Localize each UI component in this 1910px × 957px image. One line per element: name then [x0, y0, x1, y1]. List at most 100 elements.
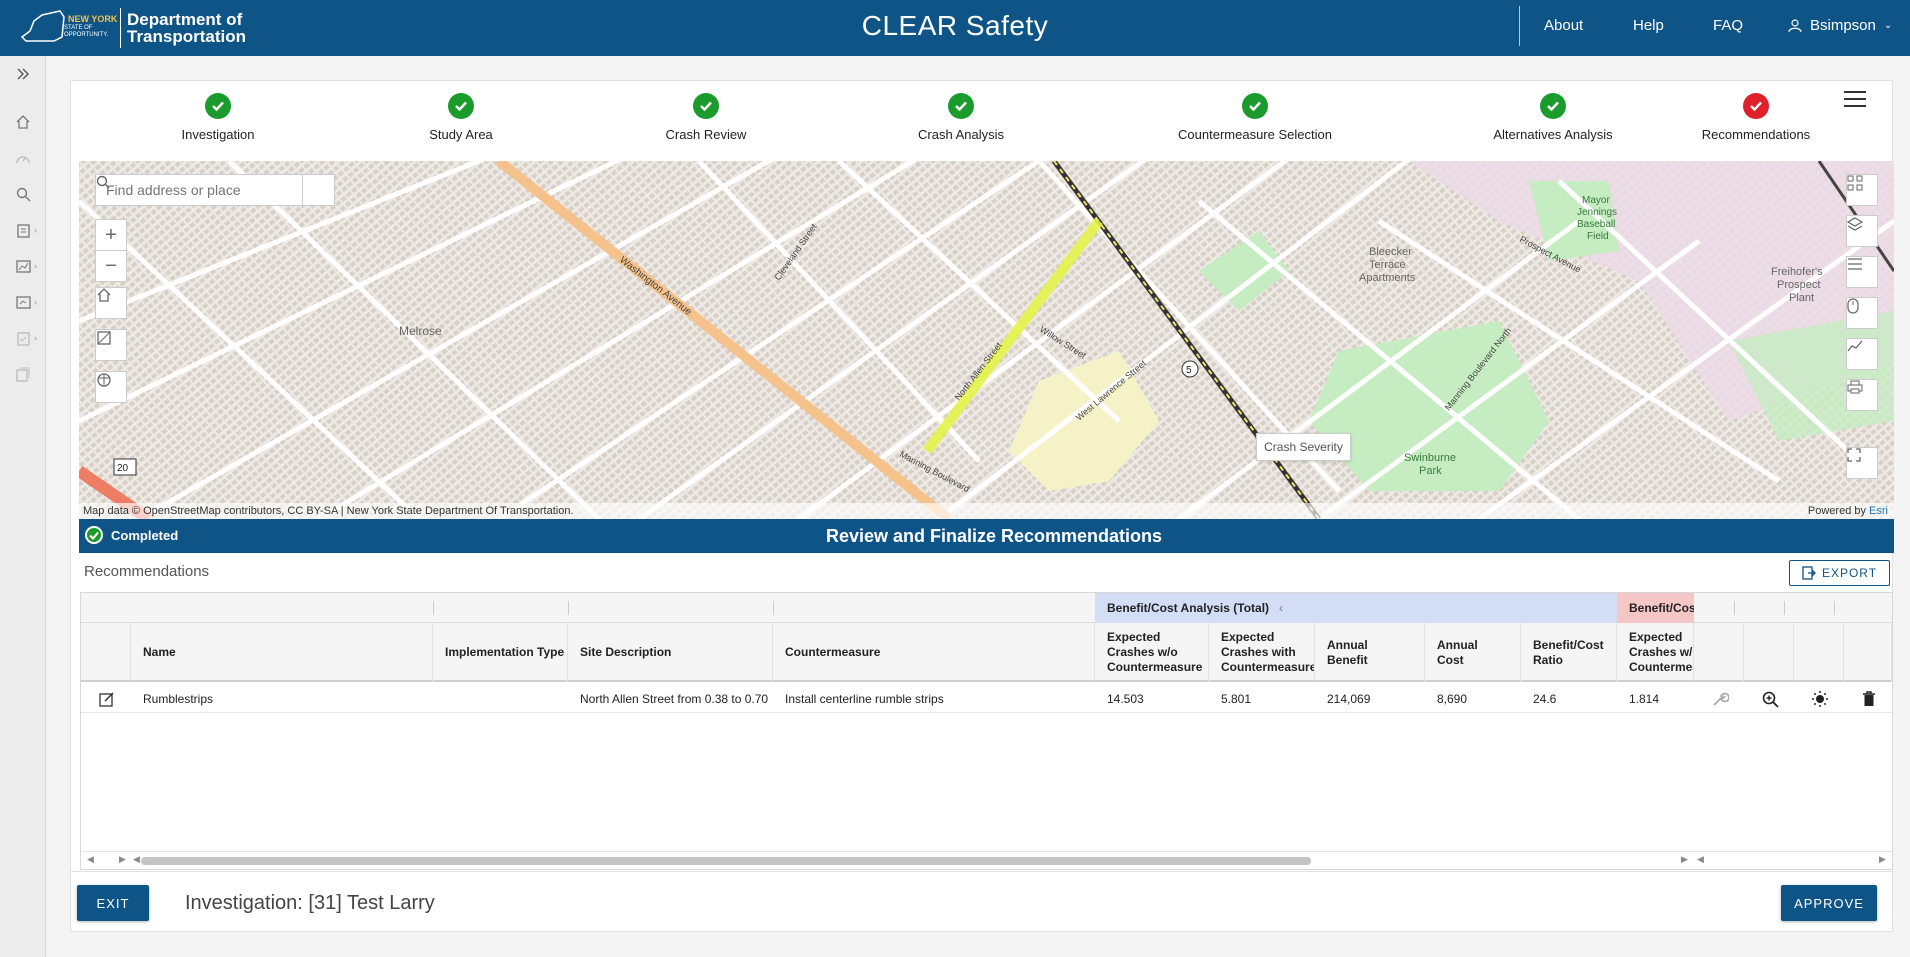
cell-crashes-without: 14.503	[1107, 691, 1144, 706]
export-label: EXPORT	[1821, 566, 1878, 580]
svg-text:Terrace: Terrace	[1369, 259, 1406, 271]
svg-text:Plant: Plant	[1789, 292, 1814, 304]
col-crashes-without[interactable]: Expected Crashes w/o Countermeasure	[1095, 623, 1209, 682]
scroll-right-icon[interactable]: ▶	[1879, 854, 1886, 865]
measure-icon[interactable]	[95, 329, 127, 361]
scroll-right-icon[interactable]: ▶	[1681, 854, 1688, 865]
app-title: CLEAR Safety	[861, 10, 1049, 41]
col-crashes-with[interactable]: Expected Crashes with Countermeasure	[1209, 623, 1315, 682]
username: Bsimpson	[1810, 17, 1876, 34]
fullscreen-icon[interactable]	[1846, 447, 1878, 479]
export-button[interactable]: EXPORT	[1789, 560, 1890, 586]
highlight-sun-icon[interactable]	[1809, 688, 1831, 710]
map-search-box	[95, 174, 335, 206]
svg-text:5: 5	[1186, 365, 1192, 376]
zoom-out-icon[interactable]: −	[95, 250, 127, 282]
zoom-to-icon[interactable]	[1759, 688, 1781, 710]
recommendations-grid: Benefit/Cost Analysis (Total) ‹ Benefit/…	[80, 592, 1893, 870]
col-crashes-without-2[interactable]: Expected Crashes w/o Countermeasure	[1617, 623, 1694, 682]
crash-severity-tooltip: Crash Severity	[1256, 433, 1351, 461]
layers-icon[interactable]	[1846, 215, 1878, 247]
zoom-in-icon[interactable]: +	[95, 219, 127, 251]
col-countermeasure[interactable]: Countermeasure	[773, 623, 1095, 682]
col-implementation-type[interactable]: Implementation Type	[433, 623, 568, 682]
faq-link[interactable]: FAQ	[1713, 17, 1743, 34]
col-annual-benefit[interactable]: Annual Benefit	[1315, 623, 1425, 682]
investigation-title: Investigation: [31] Test Larry	[185, 892, 435, 914]
scrollbar-track[interactable]	[141, 857, 1417, 865]
check-icon	[693, 93, 719, 119]
col-name[interactable]: Name	[131, 623, 433, 682]
report-icon[interactable]: ›	[0, 288, 46, 316]
step-recommendations[interactable]: Recommendations	[1636, 93, 1876, 142]
scroll-left-icon[interactable]: ◀	[87, 854, 94, 865]
benefit-cost-group-header[interactable]: Benefit/Cost Analysis (Total) ‹	[1095, 593, 1617, 623]
nysdot-logo[interactable]: NEW YORK STATE OF OPPORTUNITY. Departmen…	[20, 6, 246, 50]
map-view[interactable]: 5 20 Melrose Bleecker Terrace Apartments…	[79, 161, 1894, 519]
print-icon[interactable]	[1846, 379, 1878, 411]
trash-icon[interactable]	[1858, 688, 1880, 710]
step-label: Investigation	[181, 127, 255, 142]
cell-implementation-type	[433, 684, 568, 713]
benefit-cost-group-label: Benefit/Cost Analysis (Total)	[1107, 601, 1270, 615]
svg-text:Prospect: Prospect	[1777, 279, 1820, 291]
user-menu[interactable]: Bsimpson ⌄	[1788, 17, 1892, 34]
help-link[interactable]: Help	[1633, 17, 1664, 34]
benefit-cost-group-label-2: Benefit/Cos	[1629, 601, 1694, 615]
powered-by: Powered by Esri	[1808, 505, 1888, 517]
svg-text:Baseball: Baseball	[1577, 219, 1615, 230]
scrollbar-thumb[interactable]	[141, 857, 1311, 865]
exit-button[interactable]: EXIT	[77, 885, 149, 921]
trend-chart-icon[interactable]	[1846, 338, 1878, 370]
double-chevron-right-icon[interactable]	[0, 60, 46, 88]
documents-icon[interactable]	[0, 360, 46, 388]
col-site-description[interactable]: Site Description	[568, 623, 773, 682]
dashboard-icon[interactable]	[0, 144, 46, 172]
svg-text:Melrose: Melrose	[399, 324, 442, 338]
logo-ny-text: NEW YORK	[68, 14, 118, 24]
table-row[interactable]: Rumblestrips North Allen Street from 0.3…	[81, 684, 1892, 713]
qr-grid-icon[interactable]	[1846, 174, 1878, 206]
hamburger-menu-icon[interactable]	[1844, 91, 1866, 111]
chart-icon[interactable]: ›	[0, 252, 46, 280]
svg-text:Jennings: Jennings	[1577, 207, 1617, 218]
esri-link[interactable]: Esri	[1869, 505, 1888, 517]
chevron-left-icon[interactable]: ‹	[1279, 601, 1283, 615]
map-search-input[interactable]	[96, 175, 302, 205]
about-link[interactable]: About	[1544, 17, 1583, 34]
svg-text:Freihofer's: Freihofer's	[1771, 266, 1823, 278]
search-icon[interactable]	[96, 175, 334, 205]
grid-horizontal-scrollbar[interactable]: ◀ ▶ ◀ ▶ ◀ ▶	[81, 851, 1892, 869]
home-icon[interactable]	[0, 108, 46, 136]
clipboard-icon[interactable]: ›	[0, 216, 46, 244]
approve-button[interactable]: APPROVE	[1781, 885, 1877, 921]
legend-list-icon[interactable]	[1846, 256, 1878, 288]
scroll-left-icon[interactable]: ◀	[1697, 854, 1704, 865]
check-icon	[448, 93, 474, 119]
col-annual-cost[interactable]: Annual Cost	[1425, 623, 1521, 682]
step-investigation[interactable]: Investigation	[98, 93, 338, 142]
export-icon	[1802, 566, 1816, 580]
logo-divider	[120, 8, 121, 48]
search-icon[interactable]	[0, 180, 46, 208]
scroll-right-icon[interactable]: ▶	[119, 854, 126, 865]
wrench-icon[interactable]	[1709, 688, 1731, 710]
dept-name-line2: Transportation	[127, 27, 247, 46]
page-footer: EXIT Investigation: [31] Test Larry APPR…	[71, 871, 1894, 933]
mouse-pointer-icon[interactable]	[1846, 297, 1878, 329]
step-crash-review[interactable]: Crash Review	[586, 93, 826, 142]
logo-opportunity-text: OPPORTUNITY.	[64, 32, 109, 38]
home-extent-icon[interactable]	[95, 287, 127, 319]
svg-text:Field: Field	[1587, 231, 1609, 242]
step-label: Countermeasure Selection	[1178, 127, 1332, 142]
basemap-globe-icon[interactable]	[95, 371, 127, 403]
step-crash-analysis[interactable]: Crash Analysis	[841, 93, 1081, 142]
step-countermeasure-selection[interactable]: Countermeasure Selection	[1135, 93, 1375, 142]
scroll-left-icon[interactable]: ◀	[133, 854, 140, 865]
edit-icon[interactable]	[96, 688, 118, 710]
checklist-icon[interactable]: ›	[0, 324, 46, 352]
col-bc-ratio[interactable]: Benefit/Cost Ratio	[1521, 623, 1617, 682]
step-study-area[interactable]: Study Area	[341, 93, 581, 142]
cell-crashes-with: 5.801	[1221, 691, 1252, 706]
cell-bc-ratio: 24.6	[1533, 691, 1557, 706]
